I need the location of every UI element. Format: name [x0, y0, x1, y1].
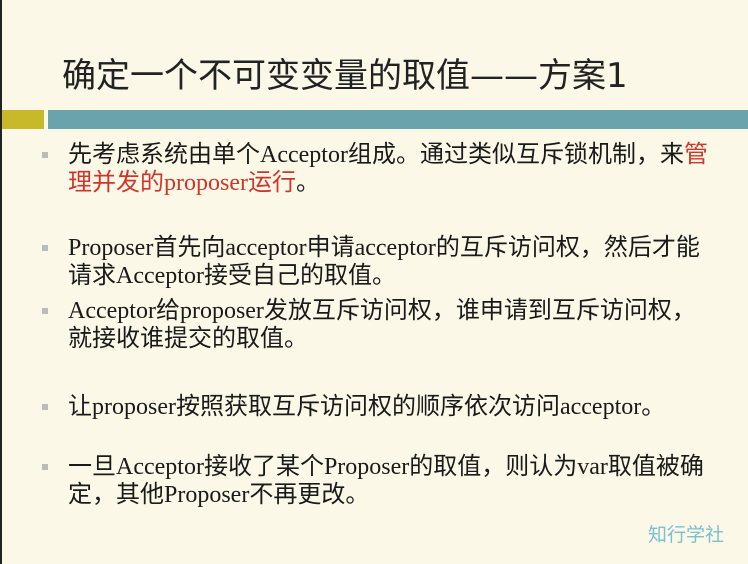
bullet-icon — [42, 245, 48, 251]
bullet-text: Acceptor给proposer发放互斥访问权，谁申请到互斥访问权，就接收谁提… — [68, 298, 696, 352]
bullet-text: 一旦Acceptor接收了某个Proposer的取值，则认为var取值被确定，其… — [68, 454, 704, 508]
bullet-text: Proposer首先向acceptor申请acceptor的互斥访问权，然后才能… — [68, 235, 700, 289]
bullet-item: 让proposer按照获取互斥访问权的顺序依次访问acceptor。 — [42, 393, 708, 421]
watermark: 知行学社 — [648, 524, 725, 546]
bullet-icon — [42, 308, 48, 314]
bullet-item: 先考虑系统由单个Acceptor组成。通过类似互斥锁机制，来管理并发的propo… — [42, 141, 708, 197]
accent-bar — [48, 110, 748, 129]
bullet-text-end: 。 — [295, 170, 320, 196]
bullet-text: 先考虑系统由单个Acceptor组成。通过类似互斥锁机制，来 — [68, 142, 684, 168]
accent-square — [2, 110, 44, 129]
slide-title: 确定一个不可变变量的取值——方案1 — [62, 56, 628, 96]
bullet-item: Acceptor给proposer发放互斥访问权，谁申请到互斥访问权，就接收谁提… — [42, 297, 708, 353]
bullet-text: 让proposer按照获取互斥访问权的顺序依次访问acceptor。 — [68, 394, 666, 420]
bullet-icon — [42, 404, 48, 410]
bullet-icon — [42, 152, 48, 158]
bullet-item: Proposer首先向acceptor申请acceptor的互斥访问权，然后才能… — [42, 234, 708, 290]
bullet-item: 一旦Acceptor接收了某个Proposer的取值，则认为var取值被确定，其… — [42, 453, 708, 509]
left-border — [0, 0, 2, 564]
bullet-icon — [42, 464, 48, 470]
